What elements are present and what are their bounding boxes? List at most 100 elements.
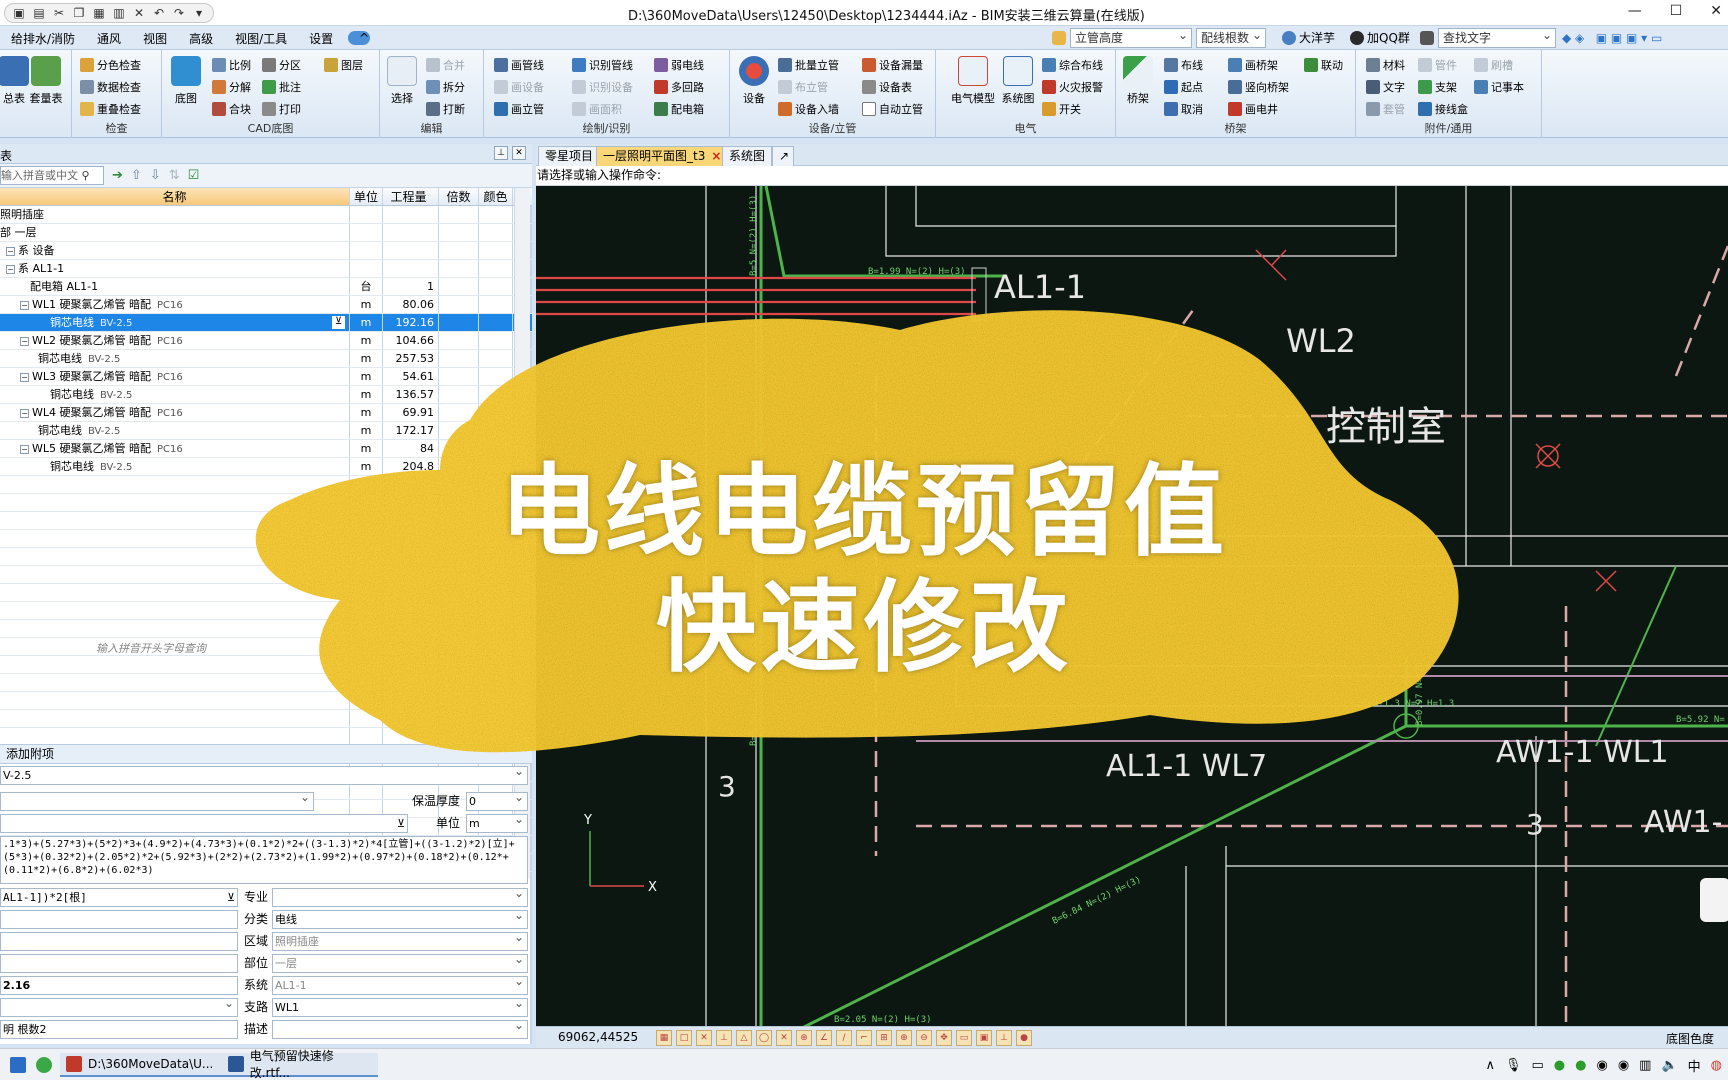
groove-button[interactable]: 刷槽 <box>1474 56 1513 74</box>
clipboard-icon[interactable]: ▥ <box>111 6 127 20</box>
system-field[interactable]: AL1-1 <box>272 976 528 995</box>
tab-misc-items[interactable]: 零星项目 <box>538 146 601 166</box>
blank-field-3[interactable] <box>0 954 238 973</box>
table-row[interactable]: 照明插座 <box>0 206 532 224</box>
ime-widget[interactable] <box>1700 878 1728 922</box>
insulation-field[interactable]: 0 <box>466 792 528 811</box>
row-quantity-cell[interactable]: 80.06 <box>383 296 439 313</box>
row-multiplier-cell[interactable] <box>439 440 479 457</box>
help-icon[interactable]: ^ <box>348 31 371 45</box>
row-multiplier-cell[interactable] <box>439 332 479 349</box>
taskbar-app-1[interactable] <box>4 1053 32 1077</box>
blank-field-2[interactable] <box>0 932 238 951</box>
collapse-toggle-icon[interactable]: − <box>6 246 15 256</box>
wire-count-combo[interactable]: 配线根数 <box>1196 26 1266 48</box>
fire-alarm-button[interactable]: 火灾报警 <box>1042 78 1103 96</box>
delete-icon[interactable]: ✕ <box>131 6 147 20</box>
move-down-icon[interactable]: ⇩ <box>150 168 161 183</box>
row-quantity-cell[interactable]: 84 <box>383 440 439 457</box>
check-list-icon[interactable]: ☑ <box>188 168 200 183</box>
plus-snap-icon[interactable]: ⊕ <box>796 1030 812 1046</box>
recognize-pipeline-button[interactable]: 识别管线 <box>572 56 633 74</box>
cross-snap-icon[interactable]: ✕ <box>696 1030 712 1046</box>
draw-shaft-button[interactable]: 画电井 <box>1228 100 1278 118</box>
close-tab-icon[interactable]: × <box>711 149 721 163</box>
antivirus-icon[interactable]: ◍ <box>1711 1058 1722 1073</box>
tab-floor1-lighting[interactable]: 一层照明平面图_t3 × <box>596 146 729 166</box>
row-quantity-cell[interactable] <box>383 206 439 223</box>
qq-tray-icon[interactable]: ◉ <box>1596 1058 1607 1073</box>
copy-icon[interactable]: ❐ <box>71 6 87 20</box>
sleeve-button[interactable]: 套管 <box>1366 100 1405 118</box>
vertical-tray-button[interactable]: 竖向桥架 <box>1228 78 1289 96</box>
row-quantity-cell[interactable]: 192.16 <box>383 314 439 331</box>
text-button[interactable]: 文字 <box>1366 78 1405 96</box>
row-color-cell[interactable] <box>479 224 513 241</box>
draw-device-button[interactable]: 画设备 <box>494 78 544 96</box>
branch-field[interactable]: WL1 <box>272 998 528 1017</box>
layer-toggle-icon[interactable]: ▭ <box>956 1030 972 1046</box>
part-field[interactable]: 一层 <box>272 954 528 973</box>
row-color-cell[interactable] <box>479 440 513 457</box>
data-check-button[interactable]: 数据检查 <box>80 78 141 96</box>
quantity-field[interactable]: 2.16 <box>0 976 238 995</box>
explode-button[interactable]: 分解 <box>212 78 251 96</box>
routing-button[interactable]: 布线 <box>1164 56 1203 74</box>
field-dropdown-icon[interactable]: ⊻ <box>227 889 235 906</box>
collapse-toggle-icon[interactable]: − <box>20 300 29 310</box>
start-point-button[interactable]: 起点 <box>1164 78 1203 96</box>
row-color-cell[interactable] <box>479 350 513 367</box>
device-table-button[interactable]: 设备表 <box>862 78 912 96</box>
auto-standpipe-checkbox[interactable] <box>862 102 876 116</box>
table-row[interactable]: 部 一层 <box>0 224 532 242</box>
qq-group-button[interactable]: 加QQ群 <box>1350 29 1410 47</box>
row-color-cell[interactable] <box>479 260 513 277</box>
x-snap-icon[interactable]: ✕ <box>776 1030 792 1046</box>
row-color-cell[interactable] <box>479 206 513 223</box>
menu-settings[interactable]: 设置 <box>298 30 344 47</box>
go-arrow-icon[interactable]: ➔ <box>112 168 123 183</box>
row-multiplier-cell[interactable] <box>439 350 479 367</box>
close-button[interactable]: ✕ <box>1710 3 1722 19</box>
select-button[interactable]: 选择 <box>382 56 422 106</box>
device-missing-button[interactable]: 设备漏量 <box>862 56 923 74</box>
merge-block-button[interactable]: 合块 <box>212 100 251 118</box>
row-multiplier-cell[interactable] <box>439 386 479 403</box>
annotate-button[interactable]: 批注 <box>262 78 301 96</box>
zoom-out-icon[interactable]: ⊖ <box>916 1030 932 1046</box>
row-quantity-cell[interactable]: 204.8 <box>383 458 439 475</box>
desc-field[interactable] <box>272 1020 528 1039</box>
material-field[interactable] <box>0 792 314 811</box>
cut-icon[interactable]: ✂ <box>51 6 67 20</box>
new-tab-icon[interactable]: ↗ <box>772 146 794 166</box>
base-drawing-button[interactable]: 底图 <box>166 56 206 106</box>
collapse-toggle-icon[interactable]: − <box>20 408 29 418</box>
wechat-icon[interactable]: ● <box>1554 1058 1565 1073</box>
auto-standpipe-button[interactable]: 自动立管 <box>862 100 923 118</box>
structured-cabling-button[interactable]: 综合布线 <box>1042 56 1103 74</box>
line-snap-icon[interactable]: ∕ <box>836 1030 852 1046</box>
field-dropdown-icon[interactable]: ⊻ <box>397 815 405 832</box>
menu-view-tools[interactable]: 视图/工具 <box>224 30 298 47</box>
filter-icon[interactable]: ⇅ <box>169 168 180 183</box>
tab-system-diagram[interactable]: 系统图 <box>722 146 773 166</box>
standpipe-height-combo[interactable]: 立管高度 <box>1070 26 1192 48</box>
info-icon[interactable]: ● <box>1016 1030 1032 1046</box>
table-row[interactable]: − WL5 硬聚氯乙烯管 暗配 PC16 m 84 <box>0 440 532 458</box>
network-icon[interactable]: ▥ <box>1639 1058 1651 1073</box>
microphone-icon[interactable]: 🎙 <box>1505 1058 1522 1073</box>
pan-icon[interactable]: ✥ <box>936 1030 952 1046</box>
minimize-button[interactable]: — <box>1628 3 1642 19</box>
menu-view[interactable]: 视图 <box>132 30 178 47</box>
menu-advanced[interactable]: 高级 <box>178 30 224 47</box>
angle-snap-icon[interactable]: ∠ <box>816 1030 832 1046</box>
row-quantity-cell[interactable]: 257.53 <box>383 350 439 367</box>
ime-icon[interactable]: 中 <box>1688 1056 1701 1075</box>
standpipe-icon[interactable] <box>1052 29 1066 47</box>
tri-snap-icon[interactable]: △ <box>736 1030 752 1046</box>
row-color-cell[interactable] <box>479 332 513 349</box>
grid-snap-icon[interactable]: ▦ <box>656 1030 672 1046</box>
zone-button[interactable]: 分区 <box>262 56 301 74</box>
system-diagram-button[interactable]: 系统图 <box>998 56 1038 106</box>
draw-pipeline-button[interactable]: 画管线 <box>494 56 544 74</box>
